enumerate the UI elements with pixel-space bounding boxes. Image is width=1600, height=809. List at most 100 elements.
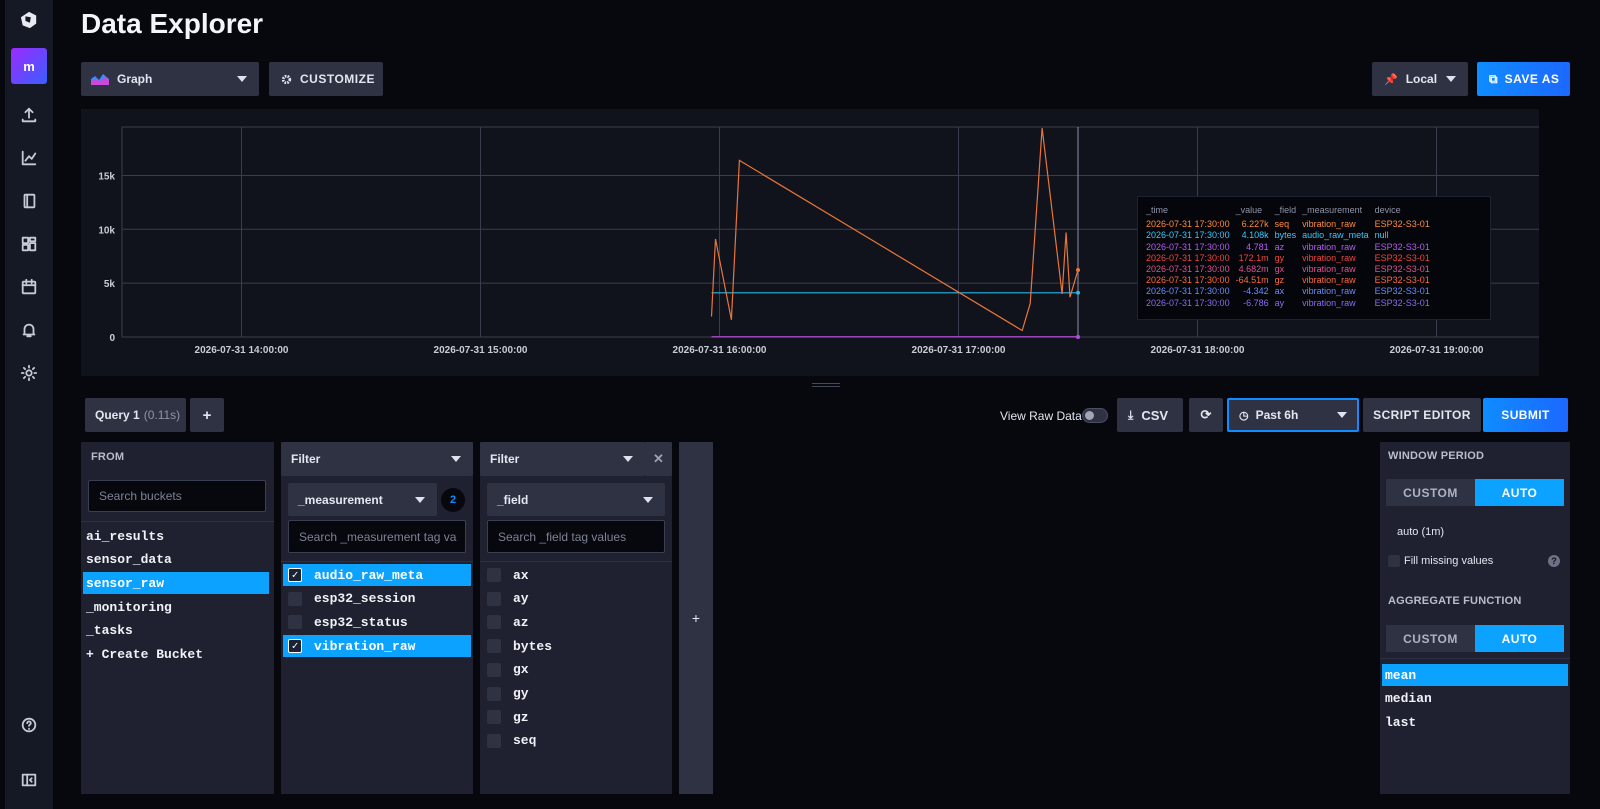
measurement-value-label: audio_raw_meta <box>314 567 424 583</box>
measurement-key-dropdown[interactable]: _measurement <box>288 483 437 516</box>
field-value-label: ax <box>513 567 529 583</box>
measurement-value-item[interactable]: ✓ audio_raw_meta <box>283 564 471 586</box>
aggregate-function-item[interactable]: last <box>1382 711 1568 733</box>
x-tick-label: 2026-07-31 17:00:00 <box>912 345 1006 356</box>
series-point-bytes <box>1076 290 1080 295</box>
bucket-item[interactable]: ai_results <box>83 525 269 547</box>
y-tick-label: 0 <box>109 333 115 344</box>
checkbox[interactable] <box>487 568 501 582</box>
legend-cell-field: gy <box>1274 252 1285 263</box>
bucket-item[interactable]: sensor_data <box>83 549 269 571</box>
field-key-dropdown[interactable]: _field <box>487 483 665 516</box>
bucket-item[interactable]: + Create Bucket <box>83 644 269 666</box>
checkbox[interactable] <box>487 639 501 654</box>
measurement-filter-panel: Filter _measurement 2 Search _measuremen… <box>281 442 473 794</box>
legend-header: _field <box>1274 205 1297 215</box>
aggregate-custom-button[interactable]: CUSTOM <box>1386 625 1475 652</box>
checkbox[interactable] <box>288 615 302 630</box>
bucket-item[interactable]: sensor_raw <box>83 572 269 595</box>
refresh-icon[interactable]: ⟳ <box>1189 398 1223 432</box>
checkbox[interactable] <box>487 733 501 748</box>
fill-missing-checkbox[interactable] <box>1388 555 1400 567</box>
bucket-item[interactable]: _monitoring <box>83 596 269 618</box>
legend-cell-field: bytes <box>1274 230 1297 241</box>
gear-icon <box>281 74 292 84</box>
collapse-nav-icon[interactable] <box>5 760 53 800</box>
tasks-calendar-icon[interactable] <box>5 267 53 307</box>
script-editor-button[interactable]: SCRIPT EDITOR <box>1363 398 1481 432</box>
legend-cell-value: 4.781 <box>1246 241 1269 252</box>
submit-button[interactable]: SUBMIT <box>1483 398 1568 432</box>
add-filter-button[interactable]: + <box>679 442 713 794</box>
from-label: FROM <box>91 451 125 463</box>
field-value-item[interactable]: ax <box>482 564 670 586</box>
chevron-down-icon <box>1446 76 1456 82</box>
field-value-item[interactable]: gz <box>482 706 670 728</box>
org-avatar[interactable]: m <box>11 48 47 84</box>
filter-type-dropdown[interactable]: Filter <box>281 442 473 476</box>
alerts-bell-icon[interactable] <box>5 310 53 350</box>
field-value-item[interactable]: gx <box>482 659 670 681</box>
query-tab[interactable]: Query 1 (0.11s) <box>85 398 186 432</box>
checkbox[interactable] <box>487 615 501 630</box>
field-value-item[interactable]: gy <box>482 683 670 705</box>
influx-logo-icon[interactable] <box>5 0 53 40</box>
legend-row: 2026-07-31 17:30:00 4.108k bytes audio_raw_… <box>1146 230 1436 241</box>
measurement-value-label: esp32_session <box>314 591 416 607</box>
field-value-item[interactable]: az <box>482 611 670 633</box>
upload-icon[interactable] <box>5 95 53 135</box>
bucket-item[interactable]: _tasks <box>83 620 269 642</box>
graph-panel[interactable]: 0 5k 10k 15k 2026-07-31 14:00:00 2026-07-31 1… <box>81 109 1557 376</box>
measurement-search-input[interactable]: Search _measurement tag va <box>288 520 466 553</box>
checkbox[interactable]: ✓ <box>288 639 302 654</box>
legend-cell-measurement: vibration_raw <box>1302 297 1356 308</box>
dashboards-icon[interactable] <box>5 224 53 264</box>
legend-cell-measurement: vibration_raw <box>1302 264 1356 275</box>
customize-button[interactable]: CUSTOMIZE <box>269 62 383 96</box>
field-value-label: ay <box>513 591 529 607</box>
aggregate-auto-button[interactable]: AUTO <box>1475 625 1564 652</box>
search-buckets-input[interactable]: Search buckets <box>88 480 266 512</box>
measurement-value-item[interactable]: ✓ vibration_raw <box>283 635 471 658</box>
help-icon[interactable]: ? <box>1548 555 1560 567</box>
checkbox[interactable]: ✓ <box>288 568 302 582</box>
checkbox[interactable] <box>487 710 501 725</box>
field-value-item[interactable]: bytes <box>482 635 670 657</box>
aggregate-function-item[interactable]: mean <box>1382 664 1568 686</box>
measurement-value-item[interactable]: esp32_status <box>283 611 471 633</box>
chevron-down-icon <box>451 456 461 462</box>
legend-cell-measurement: audio_raw_meta <box>1302 230 1369 241</box>
settings-gear-icon[interactable] <box>5 353 53 393</box>
csv-button[interactable]: ⤓ CSV <box>1117 398 1183 432</box>
time-range-dropdown[interactable]: ◷ Past 6h <box>1227 398 1359 432</box>
aggregate-function-item[interactable]: median <box>1382 688 1568 710</box>
view-raw-data-toggle[interactable] <box>1082 408 1108 423</box>
checkbox[interactable] <box>487 662 501 677</box>
window-custom-button[interactable]: CUSTOM <box>1386 479 1475 506</box>
window-auto-button[interactable]: AUTO <box>1475 479 1564 506</box>
legend-cell-measurement: vibration_raw <box>1302 286 1356 297</box>
checkbox[interactable] <box>288 591 302 606</box>
field-value-item[interactable]: ay <box>482 588 670 610</box>
filter-type-dropdown[interactable]: Filter <box>480 442 645 476</box>
save-as-button[interactable]: ⧉ SAVE AS <box>1477 62 1570 96</box>
checkbox[interactable] <box>487 686 501 701</box>
add-query-button[interactable]: + <box>190 398 224 432</box>
legend-cell-field: seq <box>1274 219 1290 230</box>
field-search-input[interactable]: Search _field tag values <box>487 520 665 553</box>
visualization-type-dropdown[interactable]: Graph <box>81 62 259 96</box>
measurement-value-item[interactable]: esp32_session <box>283 588 471 610</box>
resize-handle[interactable] <box>812 383 840 387</box>
notebook-icon[interactable] <box>5 181 53 221</box>
field-value-item[interactable]: seq <box>482 730 670 752</box>
legend-cell-measurement: vibration_raw <box>1302 241 1356 252</box>
timezone-dropdown[interactable]: 📌 Local <box>1372 62 1468 96</box>
data-explorer-icon[interactable] <box>5 138 53 178</box>
legend-cell-field: gx <box>1274 264 1285 275</box>
view-raw-data-label: View Raw Data <box>1000 409 1082 423</box>
close-filter-icon[interactable]: ✕ <box>645 442 672 476</box>
checkbox[interactable] <box>487 591 501 606</box>
field-value-label: seq <box>513 733 537 749</box>
y-tick-label: 5k <box>104 279 116 290</box>
help-icon[interactable] <box>5 705 53 745</box>
